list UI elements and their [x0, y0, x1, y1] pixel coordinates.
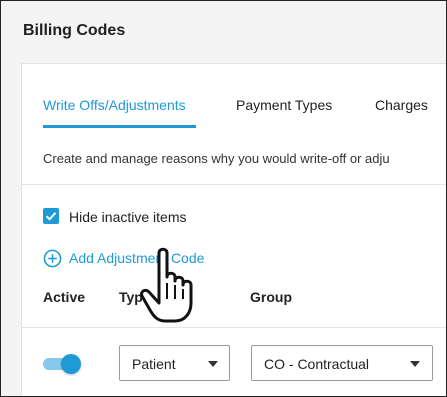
group-select-value: CO - Contractual — [264, 356, 370, 372]
tab-write-offs-adjustments[interactable]: Write Offs/Adjustments — [43, 97, 186, 113]
plus-circle-icon — [43, 249, 62, 267]
group-select[interactable]: CO - Contractual — [251, 345, 433, 381]
tab-payment-types[interactable]: Payment Types — [236, 97, 332, 113]
row-divider — [22, 327, 446, 328]
window-frame: Billing Codes Write Offs/Adjustments Pay… — [0, 0, 447, 397]
column-header-active: Active — [43, 289, 86, 305]
column-header-group: Group — [250, 289, 292, 305]
check-icon — [45, 212, 57, 221]
active-toggle[interactable] — [43, 354, 81, 374]
type-select-value: Patient — [132, 356, 176, 372]
divider — [22, 184, 446, 185]
page-title: Billing Codes — [23, 22, 126, 39]
hide-inactive-label: Hide inactive items — [69, 209, 187, 225]
toggle-knob — [61, 354, 81, 374]
tab-charges[interactable]: Charges — [375, 97, 428, 113]
hand-pointer-icon — [140, 247, 193, 323]
active-tab-indicator — [43, 125, 196, 128]
hide-inactive-checkbox[interactable] — [43, 208, 59, 224]
caret-down-icon — [410, 361, 420, 367]
tab-description: Create and manage reasons why you would … — [43, 151, 390, 166]
caret-down-icon — [208, 361, 218, 367]
billing-codes-card: Write Offs/Adjustments Payment Types Cha… — [21, 63, 446, 396]
tab-bar: Write Offs/Adjustments Payment Types Cha… — [22, 64, 446, 130]
type-select[interactable]: Patient — [119, 345, 230, 381]
